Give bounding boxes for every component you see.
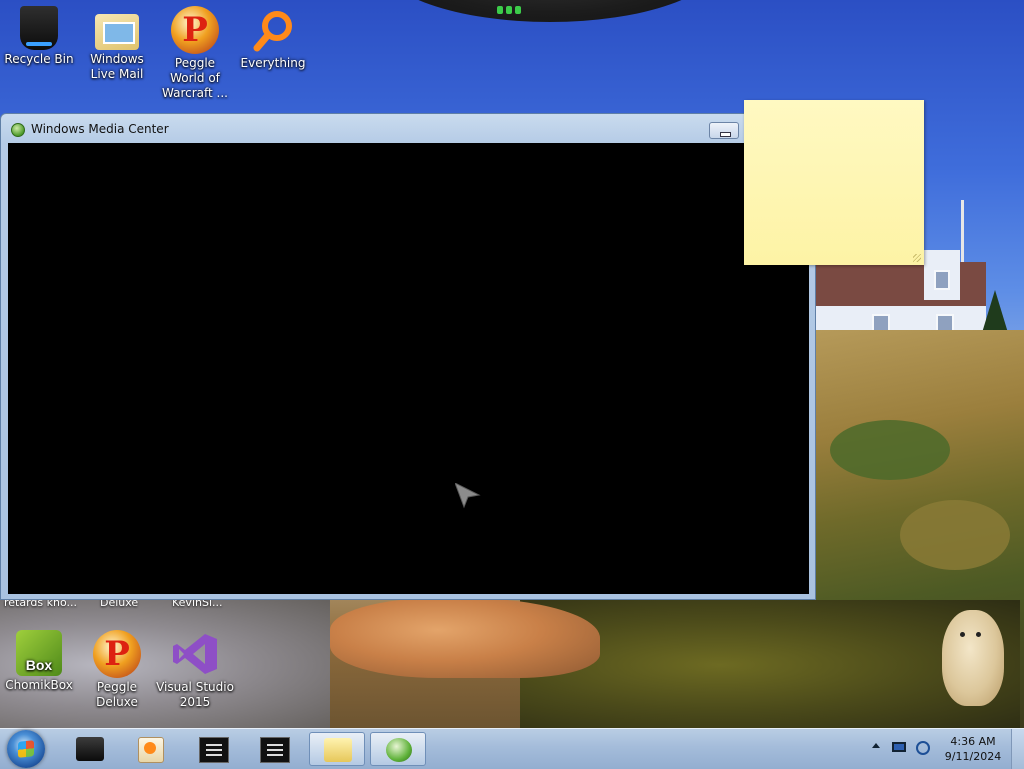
chomikbox-icon: Box — [16, 630, 62, 676]
desktop-gadget — [380, 0, 720, 22]
peggle-icon: P — [93, 630, 141, 678]
desktop-icon-peggle-deluxe[interactable]: P Peggle Deluxe — [78, 630, 156, 710]
show-desktop-button[interactable] — [1011, 729, 1024, 769]
desktop-icon-peggle-wow[interactable]: P Peggle World of Warcraft ... — [156, 6, 234, 101]
grass-patch — [830, 420, 950, 480]
gadget-indicator-icon — [497, 6, 527, 16]
mail-icon — [95, 14, 139, 50]
desktop-icon-label: Peggle Deluxe — [96, 680, 138, 709]
desktop-icon-chomikbox[interactable]: Box ChomikBox — [0, 630, 78, 693]
resize-grip-icon[interactable] — [913, 254, 921, 262]
desktop-icon-recycle-bin[interactable]: Recycle Bin — [0, 6, 78, 67]
taskbar-app-console-1[interactable] — [185, 732, 241, 766]
action-center-icon[interactable] — [892, 742, 906, 752]
peggle-icon: P — [171, 6, 219, 54]
desktop-icon-visual-studio[interactable]: Visual Studio 2015 — [156, 630, 234, 710]
media-center-pointer-icon — [454, 481, 481, 509]
taskbar: 4:36 AM 9/11/2024 — [0, 728, 1024, 769]
system-tray: 4:36 AM 9/11/2024 — [868, 729, 1024, 769]
taskbar-app-media-center[interactable] — [370, 732, 426, 766]
desktop-icon-label: Peggle World of Warcraft ... — [162, 56, 228, 100]
desktop-icon-label: Everything — [240, 56, 306, 70]
dark-app-icon — [76, 737, 104, 761]
magnifier-icon — [249, 6, 297, 54]
visual-studio-icon — [171, 630, 219, 678]
media-center-icon — [11, 123, 25, 137]
grass-patch — [900, 500, 1010, 570]
desktop-icon-label: Windows Live Mail — [90, 52, 144, 81]
recycle-bin-icon — [20, 6, 58, 50]
show-hidden-icons-icon[interactable] — [872, 743, 880, 748]
clock-date: 9/11/2024 — [944, 750, 1002, 763]
desktop-icon-label: ChomikBox — [5, 678, 73, 692]
desktop-icon-everything[interactable]: Everything — [234, 6, 312, 71]
sticky-notes-icon — [324, 738, 352, 762]
window-title: Windows Media Center — [31, 122, 169, 136]
media-center-icon — [386, 738, 412, 762]
start-button[interactable] — [7, 730, 45, 768]
console-icon — [260, 737, 290, 763]
media-center-window[interactable]: Windows Media Center — [0, 113, 816, 600]
gopher-gadget — [942, 610, 1004, 706]
taskbar-app-console-2[interactable] — [246, 732, 302, 766]
media-player-icon — [138, 737, 164, 763]
console-icon — [199, 737, 229, 763]
taskbar-app-black-box[interactable] — [62, 732, 118, 766]
desktop-icon-label: Visual Studio 2015 — [156, 680, 234, 709]
desktop-icon-label: Recycle Bin — [4, 52, 74, 66]
media-center-content[interactable] — [8, 143, 809, 594]
orange-rocks — [330, 598, 600, 678]
sticky-note[interactable] — [744, 100, 924, 265]
desktop-icon-windows-live-mail[interactable]: Windows Live Mail — [78, 6, 156, 82]
network-icon[interactable] — [916, 741, 930, 755]
taskbar-app-media-player[interactable] — [122, 732, 178, 766]
taskbar-app-sticky-notes[interactable] — [309, 732, 365, 766]
clock[interactable]: 4:36 AM 9/11/2024 — [938, 734, 1008, 764]
clock-time: 4:36 AM — [950, 735, 996, 748]
minimize-button[interactable] — [709, 122, 739, 139]
